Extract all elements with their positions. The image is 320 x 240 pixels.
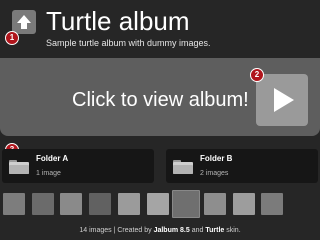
- up-arrow-icon: [17, 15, 31, 29]
- footer-separator: |: [113, 227, 116, 234]
- badge-1: 1: [5, 31, 19, 45]
- folder-card-a[interactable]: Folder A 1 image: [2, 149, 154, 183]
- thumbnail-strip: [0, 190, 320, 218]
- thumbnail-4[interactable]: [89, 193, 112, 215]
- created-by-label: Created by: [117, 227, 152, 234]
- jalbum-link[interactable]: Jalbum 8.5: [154, 227, 190, 234]
- skin-link[interactable]: Turtle: [205, 227, 224, 234]
- album-title: Turtle album: [46, 6, 190, 36]
- folder-count: 2 images: [200, 170, 229, 177]
- skin-suffix: skin.: [226, 227, 241, 234]
- play-icon: [274, 88, 294, 112]
- folder-card-b[interactable]: Folder B 2 images: [166, 149, 318, 183]
- view-album-banner[interactable]: Click to view album! 2: [0, 58, 320, 136]
- folder-icon: [173, 160, 193, 174]
- thumbnail-7[interactable]: [172, 190, 201, 218]
- thumbnail-8[interactable]: [203, 193, 226, 215]
- image-count: 14 images: [79, 227, 112, 234]
- folder-name: Folder A: [36, 154, 69, 163]
- thumbnail-9[interactable]: [232, 193, 255, 215]
- badge-2: 2: [250, 68, 264, 82]
- thumbnail-2[interactable]: [31, 193, 54, 215]
- play-button[interactable]: [256, 74, 308, 126]
- thumbnail-5[interactable]: [117, 193, 140, 215]
- and-label: and: [191, 227, 204, 234]
- folder-name: Folder B: [200, 154, 233, 163]
- album-header: 1 Turtle album Sample turtle album with …: [0, 0, 320, 56]
- folder-icon: [9, 160, 29, 174]
- footer: 14 images | Created by Jalbum 8.5 and Tu…: [0, 226, 320, 238]
- thumbnail-6[interactable]: [146, 193, 169, 215]
- album-subtitle: Sample turtle album with dummy images.: [46, 38, 211, 48]
- up-button[interactable]: [12, 10, 36, 34]
- thumbnail-1[interactable]: [3, 193, 25, 215]
- thumbnail-3[interactable]: [60, 193, 83, 215]
- thumbnail-10[interactable]: [261, 193, 284, 215]
- folder-count: 1 image: [36, 170, 61, 177]
- view-album-label: Click to view album!: [72, 89, 249, 111]
